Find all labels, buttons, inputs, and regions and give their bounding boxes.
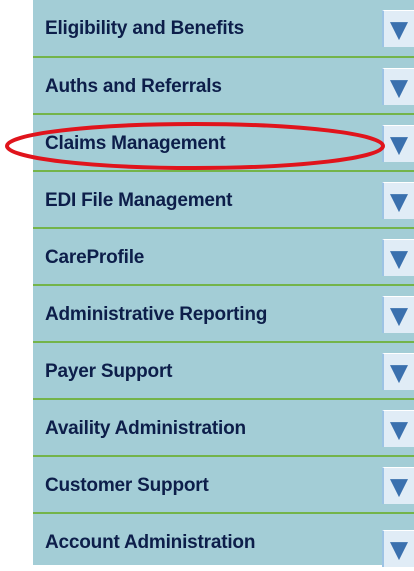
- menu-item-label: Administrative Reporting: [45, 303, 268, 325]
- dropdown-button-edi-file-management[interactable]: [382, 182, 414, 219]
- menu-item-label: Customer Support: [45, 474, 209, 496]
- dropdown-button-eligibility-and-benefits[interactable]: [382, 10, 414, 47]
- menu-item-label: Eligibility and Benefits: [45, 17, 244, 39]
- dropdown-button-payer-support[interactable]: [382, 353, 414, 390]
- menu-item-label: Payer Support: [45, 360, 173, 382]
- menu-item-account-administration[interactable]: Account Administration: [33, 514, 414, 571]
- menu-item-label: Account Administration: [45, 531, 256, 553]
- dropdown-button-availity-administration[interactable]: [382, 410, 414, 447]
- chevron-down-icon: [390, 422, 408, 441]
- chevron-down-icon: [390, 137, 408, 156]
- menu-item-payer-support[interactable]: Payer Support: [33, 343, 414, 400]
- dropdown-button-customer-support[interactable]: [382, 467, 414, 504]
- menu-item-label: EDI File Management: [45, 189, 233, 211]
- chevron-down-icon: [390, 365, 408, 384]
- chevron-down-icon: [390, 542, 408, 561]
- chevron-down-icon: [390, 308, 408, 327]
- menu-item-administrative-reporting[interactable]: Administrative Reporting: [33, 286, 414, 343]
- dropdown-button-careprofile[interactable]: [382, 239, 414, 276]
- chevron-down-icon: [390, 194, 408, 213]
- menu-item-label: CareProfile: [45, 246, 145, 268]
- dropdown-button-claims-management[interactable]: [382, 125, 414, 162]
- menu-item-edi-file-management[interactable]: EDI File Management: [33, 172, 414, 229]
- chevron-down-icon: [390, 22, 408, 41]
- chevron-down-icon: [390, 479, 408, 498]
- menu-item-eligibility-and-benefits[interactable]: Eligibility and Benefits: [33, 0, 414, 57]
- menu-item-claims-management[interactable]: Claims Management: [33, 115, 414, 172]
- dropdown-button-auths-and-referrals[interactable]: [382, 68, 414, 105]
- chevron-down-icon: [390, 80, 408, 99]
- navigation-menu: Eligibility and Benefits Auths and Refer…: [33, 0, 414, 567]
- menu-item-label: Auths and Referrals: [45, 75, 222, 97]
- dropdown-button-account-administration[interactable]: [382, 530, 414, 567]
- chevron-down-icon: [390, 251, 408, 270]
- menu-item-auths-and-referrals[interactable]: Auths and Referrals: [33, 58, 414, 115]
- menu-item-availity-administration[interactable]: Availity Administration: [33, 400, 414, 457]
- menu-item-customer-support[interactable]: Customer Support: [33, 457, 414, 514]
- menu-item-label: Claims Management: [45, 132, 226, 154]
- menu-item-careprofile[interactable]: CareProfile: [33, 229, 414, 286]
- menu-item-label: Availity Administration: [45, 417, 246, 439]
- dropdown-button-administrative-reporting[interactable]: [382, 296, 414, 333]
